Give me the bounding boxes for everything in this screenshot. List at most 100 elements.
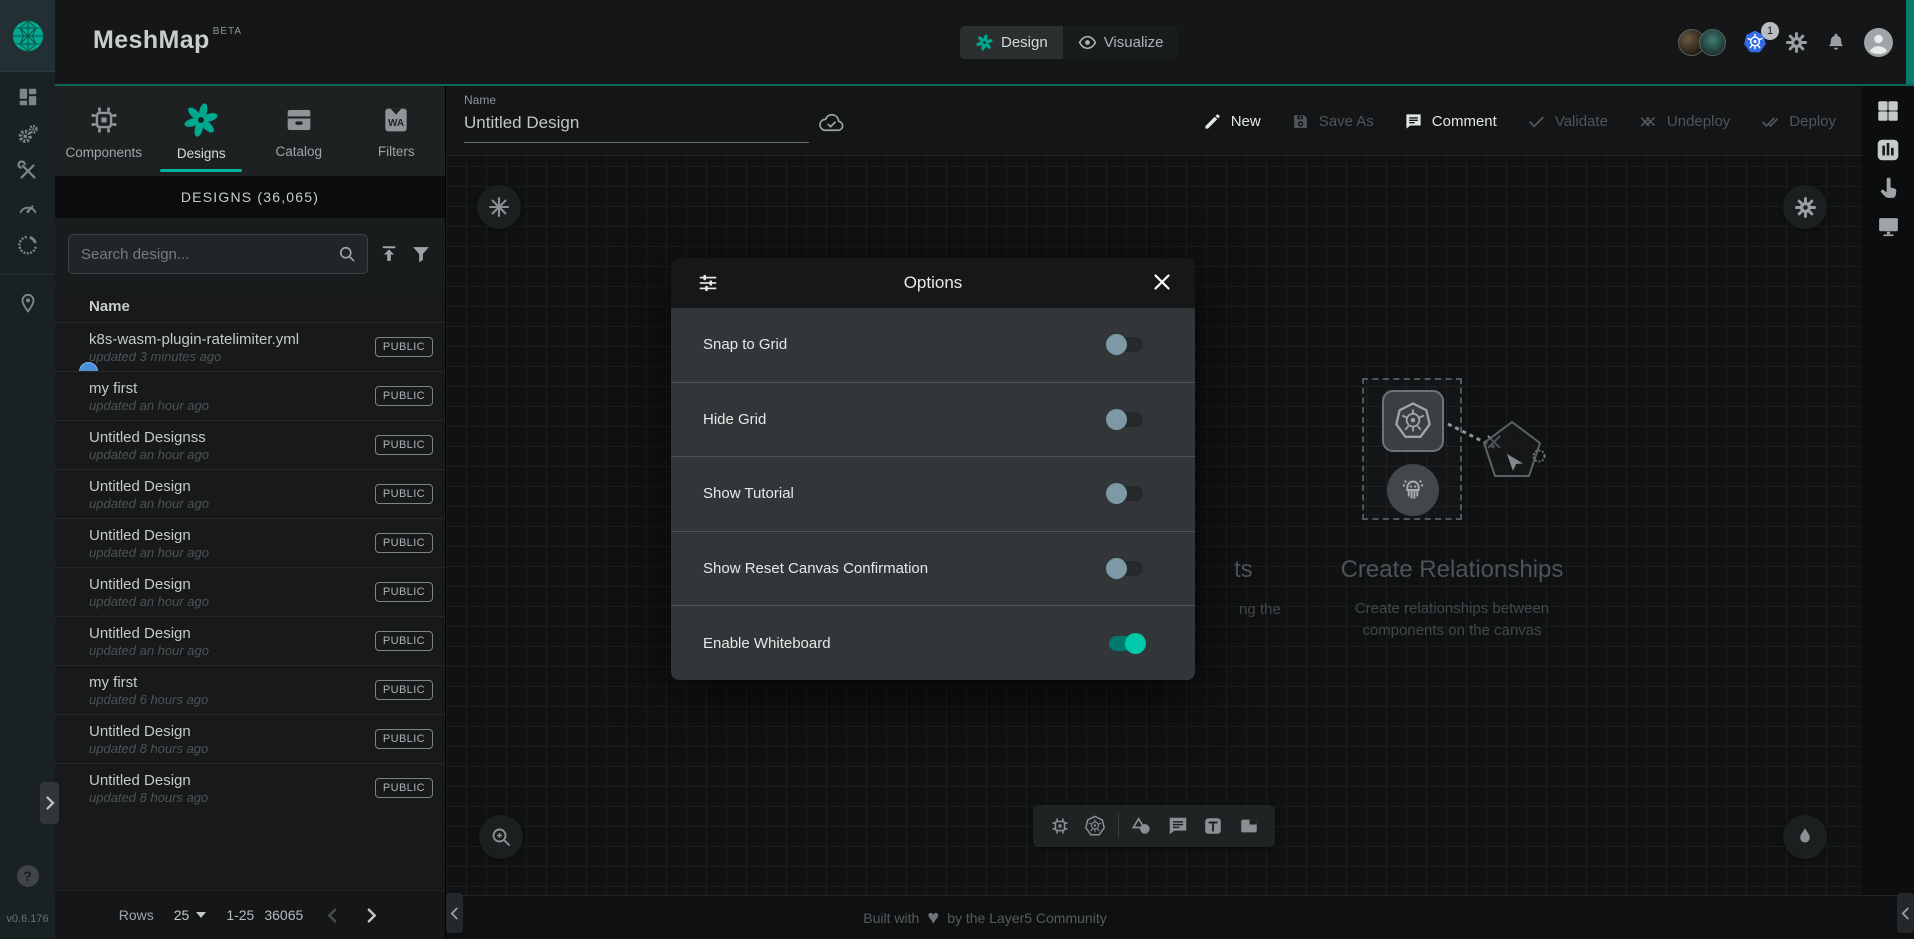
dock-components-button[interactable] — [1047, 813, 1073, 839]
visibility-badge: PUBLIC — [375, 729, 433, 749]
shapes-icon — [1130, 815, 1153, 838]
layer5-logo[interactable] — [0, 0, 55, 72]
tab-filters[interactable]: WA Filters — [348, 86, 446, 176]
comment-button[interactable]: Comment — [1404, 112, 1497, 131]
notifications-bell-button[interactable] — [1825, 31, 1847, 53]
settings-gear-button[interactable] — [1784, 30, 1809, 55]
four-squares-icon — [1875, 98, 1901, 124]
ink-spray-icon — [1794, 826, 1816, 848]
options-modal-body: Snap to Grid Hide Grid Show Tutorial Sho… — [671, 308, 1195, 680]
options-modal: Options Snap to Grid Hide Grid Show Tuto… — [671, 258, 1195, 680]
design-row[interactable]: Untitled Designupdated an hour ago PUBLI… — [55, 567, 445, 616]
undeploy-button[interactable]: Undeploy — [1638, 112, 1730, 131]
interaction-hand-button[interactable] — [1876, 176, 1901, 201]
location-pin-icon[interactable] — [17, 293, 39, 315]
collapse-right-panel-handle[interactable] — [1897, 893, 1914, 933]
import-design-button[interactable] — [378, 243, 400, 265]
right-panel-edge-accent — [1906, 0, 1914, 84]
options-modal-header: Options — [671, 258, 1195, 308]
options-modal-title: Options — [904, 273, 963, 293]
canvas-settings-button[interactable] — [1783, 185, 1827, 229]
svg-text:WA: WA — [388, 118, 404, 129]
design-row[interactable]: Untitled Designupdated an hour ago PUBLI… — [55, 518, 445, 567]
topbar: MeshMapBETA Design Visualize 1 — [55, 0, 1914, 84]
visibility-badge: PUBLIC — [375, 631, 433, 651]
search-input[interactable] — [81, 246, 337, 263]
service-mesh-icon[interactable] — [17, 234, 39, 256]
lifecycle-gears-icon[interactable] — [17, 123, 39, 145]
tab-catalog[interactable]: Catalog — [250, 86, 348, 176]
prev-page-button[interactable] — [323, 908, 342, 923]
whiteboard-pen-button[interactable] — [1783, 815, 1827, 859]
tab-label: Components — [65, 145, 142, 160]
mode-design-button[interactable]: Design — [960, 26, 1063, 59]
chevron-right-icon — [45, 796, 55, 810]
design-name-input[interactable] — [464, 107, 809, 143]
save-as-button[interactable]: Save As — [1291, 112, 1374, 131]
show-tutorial-toggle[interactable] — [1109, 486, 1143, 501]
rows-per-page-select[interactable]: 25 — [174, 907, 207, 923]
views-grid-button[interactable] — [1875, 98, 1901, 124]
hide-grid-toggle[interactable] — [1109, 412, 1143, 427]
tab-label: Filters — [378, 144, 415, 159]
create-relationships-subtitle: Create relationships between components … — [1277, 598, 1627, 642]
tab-designs[interactable]: Designs — [153, 86, 251, 176]
snap-to-grid-toggle[interactable] — [1109, 337, 1143, 352]
dock-shapes-button[interactable] — [1128, 813, 1155, 840]
performance-gauge-icon[interactable] — [17, 197, 39, 219]
dashboard-icon[interactable] — [17, 86, 39, 108]
rail-expand-handle[interactable] — [40, 782, 59, 824]
deploy-button[interactable]: Deploy — [1760, 112, 1836, 131]
canvas-header: Name New Save As Comment — [446, 86, 1862, 156]
dashboard-charts-button[interactable] — [1875, 137, 1901, 163]
collaborator-avatar[interactable] — [1699, 29, 1726, 56]
beta-tag: BETA — [213, 26, 242, 37]
dock-kubernetes-button[interactable] — [1082, 813, 1108, 839]
hint-kubernetes-node — [1382, 390, 1444, 452]
toolbox-icon[interactable] — [17, 160, 39, 182]
squid-mascot-icon — [1396, 473, 1430, 507]
visibility-badge: PUBLIC — [375, 337, 433, 357]
page-range: 1-25 36065 — [226, 907, 303, 923]
designs-count-header: DESIGNS (36,065) — [55, 176, 445, 218]
option-row-show-tutorial: Show Tutorial — [671, 456, 1195, 531]
layer5-mesh-icon — [11, 19, 45, 53]
design-row[interactable]: Untitled Designupdated an hour ago PUBLI… — [55, 616, 445, 665]
close-modal-button[interactable] — [1151, 271, 1173, 293]
design-row[interactable]: my firstupdated 6 hours ago PUBLIC — [55, 665, 445, 714]
components-chip-icon — [87, 103, 121, 137]
new-design-button[interactable]: New — [1203, 112, 1261, 131]
collaborator-avatars[interactable] — [1678, 29, 1726, 56]
kubernetes-context-button[interactable]: 1 — [1742, 29, 1768, 55]
dock-media-button[interactable] — [1236, 813, 1262, 839]
design-row[interactable]: Untitled Designupdated 8 hours ago PUBLI… — [55, 714, 445, 763]
zoom-in-button[interactable] — [479, 815, 523, 859]
tab-components[interactable]: Components — [55, 86, 153, 176]
brand-title: MeshMapBETA — [93, 26, 242, 55]
design-row[interactable]: k8s-wasm-plugin-ratelimiter.ymlupdated 3… — [55, 322, 445, 371]
design-row[interactable]: Untitled Designupdated an hour ago PUBLI… — [55, 469, 445, 518]
double-x-icon — [1638, 112, 1658, 131]
app-version: v0.6.176 — [0, 913, 55, 925]
collapse-left-panel-handle[interactable] — [446, 893, 463, 933]
search-row — [55, 218, 445, 290]
enable-whiteboard-toggle[interactable] — [1109, 636, 1143, 651]
dock-text-button[interactable] — [1200, 813, 1226, 839]
design-row[interactable]: Untitled Designupdated 8 hours ago PUBLI… — [55, 763, 445, 812]
design-row[interactable]: my firstupdated an hour ago PUBLIC — [55, 371, 445, 420]
user-avatar-button[interactable] — [1863, 27, 1894, 58]
comment-bubble-icon — [1167, 815, 1189, 837]
design-row[interactable]: Untitled Designssupdated an hour ago PUB… — [55, 420, 445, 469]
display-monitor-button[interactable] — [1876, 214, 1901, 239]
dock-comment-button[interactable] — [1165, 813, 1191, 839]
help-button[interactable]: ? — [17, 865, 39, 887]
canvas-tool-dock — [1033, 805, 1275, 847]
pentagon-shape-with-cursor — [1472, 416, 1552, 490]
show-reset-canvas-confirmation-toggle[interactable] — [1109, 561, 1143, 576]
filter-funnel-button[interactable] — [410, 243, 432, 265]
floppy-save-icon — [1291, 112, 1310, 131]
next-page-button[interactable] — [362, 908, 381, 923]
validate-button[interactable]: Validate — [1527, 112, 1608, 131]
mode-visualize-button[interactable]: Visualize — [1063, 26, 1179, 59]
kubernetes-quick-action-button[interactable] — [477, 185, 521, 229]
